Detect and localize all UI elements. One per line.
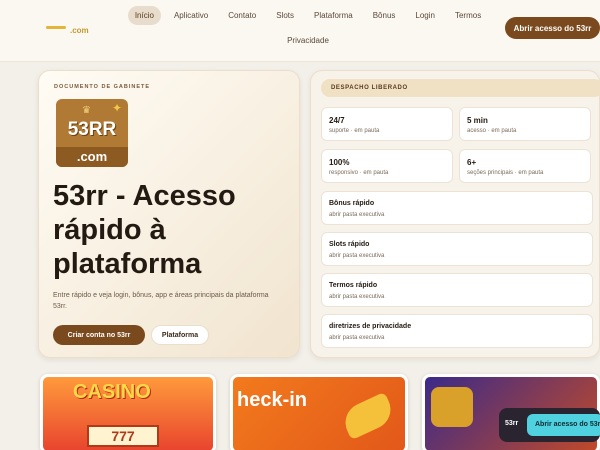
floating-open-access-button[interactable]: Abrir acesso do 53rr bbox=[527, 414, 600, 436]
quick-link-sub: abrir pasta executiva bbox=[329, 253, 385, 259]
stat-value: 100% bbox=[329, 158, 350, 167]
hero-description: Entre rápido e veja login, bônus, app e … bbox=[53, 292, 269, 310]
slot-reels: 777 bbox=[87, 425, 159, 447]
nav-item-login[interactable]: Login bbox=[408, 6, 442, 25]
nav-item-privacidade[interactable]: Privacidade bbox=[280, 31, 336, 50]
treasure-chest-icon bbox=[431, 387, 473, 427]
main-nav: Início Aplicativo Contato Slots Platafor… bbox=[127, 6, 488, 50]
brand-logo-text: 53RR bbox=[67, 119, 117, 140]
logo-mark bbox=[46, 26, 66, 29]
crown-icon: ♛ bbox=[82, 105, 91, 116]
top-bar: .com Início Aplicativo Contato Slots Pla… bbox=[0, 0, 600, 62]
brand-logo: ♛ ✦ 53RR .com bbox=[56, 99, 128, 167]
page-title: 53rr - Acesso rápido à plataforma bbox=[53, 180, 236, 280]
stat-value: 24/7 bbox=[329, 116, 345, 125]
stat-card: 5 min acesso · em pauta bbox=[459, 107, 591, 141]
promo-card-casino[interactable]: CASINO 777 bbox=[40, 374, 216, 450]
nav-item-bonus[interactable]: Bônus bbox=[366, 6, 403, 25]
sparkle-icon: ✦ bbox=[112, 101, 123, 115]
quick-link-sub: abrir pasta executiva bbox=[329, 294, 385, 300]
stat-label: acesso · em pauta bbox=[467, 128, 517, 134]
nav-item-slots[interactable]: Slots bbox=[269, 6, 301, 25]
create-account-button[interactable]: Criar conta no 53rr bbox=[53, 325, 145, 345]
platform-button[interactable]: Plataforma bbox=[151, 325, 209, 345]
stat-label: suporte · em pauta bbox=[329, 128, 380, 134]
quick-link-bonus[interactable]: Bônus rápido abrir pasta executiva bbox=[321, 191, 593, 225]
quick-link-title: Termos rápido bbox=[329, 282, 378, 289]
nav-item-inicio[interactable]: Início bbox=[127, 6, 161, 25]
brand-logo-domain: .com bbox=[56, 147, 128, 167]
hero-eyebrow: DOCUMENTO DE GABINETE bbox=[54, 84, 151, 90]
promo-card-checkin[interactable]: heck-in bbox=[230, 374, 408, 450]
rocket-icon bbox=[339, 391, 397, 441]
open-access-button[interactable]: Abrir acesso do 53rr bbox=[505, 17, 600, 39]
nav-item-aplicativo[interactable]: Aplicativo bbox=[167, 6, 215, 25]
hero-card: DOCUMENTO DE GABINETE ♛ ✦ 53RR .com 53rr… bbox=[38, 70, 300, 358]
stat-value: 6+ bbox=[467, 158, 477, 167]
stat-label: seções principais · em pauta bbox=[467, 170, 544, 176]
stat-label: responsivo · em pauta bbox=[329, 170, 389, 176]
quick-link-privacidade[interactable]: diretrizes de privacidade abrir pasta ex… bbox=[321, 314, 593, 348]
promo-card-title: heck-in bbox=[237, 389, 308, 411]
dispatch-panel: DESPACHO LIBERADO 24/7 suporte · em paut… bbox=[310, 70, 600, 358]
stat-card: 24/7 suporte · em pauta bbox=[321, 107, 453, 141]
stat-value: 5 min bbox=[467, 116, 488, 125]
quick-link-title: diretrizes de privacidade bbox=[329, 323, 412, 330]
floating-cta: 53rr Abrir acesso do 53rr bbox=[499, 408, 600, 442]
floating-cta-label: 53rr bbox=[505, 420, 519, 427]
nav-item-plataforma[interactable]: Plataforma bbox=[307, 6, 360, 25]
stat-card: 6+ seções principais · em pauta bbox=[459, 149, 591, 183]
quick-link-slots[interactable]: Slots rápido abrir pasta executiva bbox=[321, 232, 593, 266]
site-logo[interactable]: .com bbox=[46, 22, 92, 38]
logo-text: .com bbox=[70, 26, 89, 35]
promo-card-title: CASINO bbox=[73, 381, 151, 403]
quick-link-sub: abrir pasta executiva bbox=[329, 212, 385, 218]
quick-link-title: Slots rápido bbox=[329, 241, 370, 248]
quick-link-sub: abrir pasta executiva bbox=[329, 335, 385, 341]
stat-card: 100% responsivo · em pauta bbox=[321, 149, 453, 183]
nav-item-termos[interactable]: Termos bbox=[448, 6, 488, 25]
quick-link-title: Bônus rápido bbox=[329, 200, 375, 207]
panel-tag: DESPACHO LIBERADO bbox=[321, 79, 600, 97]
nav-item-contato[interactable]: Contato bbox=[221, 6, 263, 25]
quick-link-termos[interactable]: Termos rápido abrir pasta executiva bbox=[321, 273, 593, 307]
